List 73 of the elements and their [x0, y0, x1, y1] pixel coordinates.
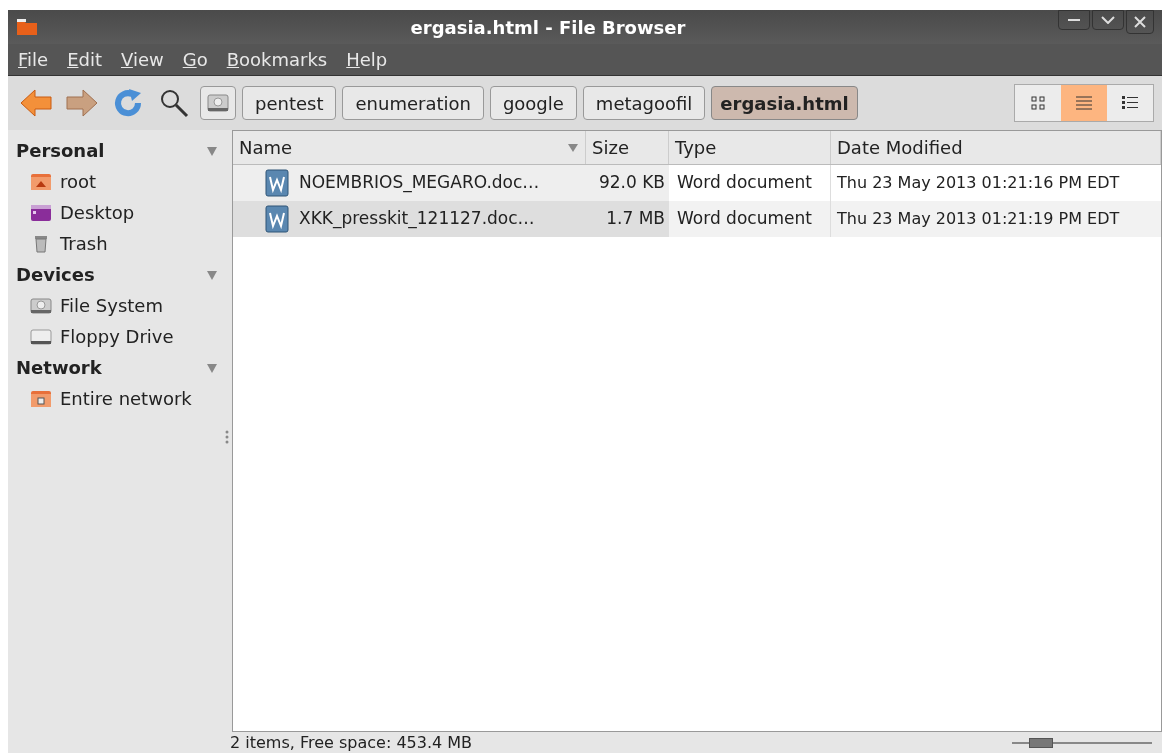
path-button[interactable]: ergasia.html: [711, 86, 858, 120]
drive-icon: [30, 327, 52, 346]
maximize-button[interactable]: [1092, 10, 1124, 30]
reload-icon: [112, 87, 144, 119]
column-header[interactable]: Size: [586, 131, 669, 164]
folder-icon: [16, 18, 38, 36]
menu-item[interactable]: View: [121, 46, 164, 73]
file-name: NOEMBRIOS_MEGARO.doc…: [299, 171, 540, 195]
section-header: Network: [16, 356, 102, 380]
home-folder-icon: [30, 172, 52, 191]
resize-handle-icon[interactable]: [225, 430, 229, 444]
zoom-slider[interactable]: [1012, 736, 1152, 749]
sidebar-label: Floppy Drive: [60, 325, 174, 349]
minimize-icon: [1068, 19, 1080, 21]
file-row[interactable]: XKK_presskit_121127.doc… 1.7 MB Word document Thu 23 May 2013 01:21:19 PM EDT: [233, 201, 1161, 237]
menu-item[interactable]: Go: [182, 46, 208, 73]
sort-arrow-icon: [567, 142, 579, 153]
column-title: Name: [239, 136, 293, 160]
word-document-icon: [265, 205, 289, 233]
file-size: 92.0 KB: [586, 165, 669, 201]
column-header[interactable]: Date Modified: [831, 131, 1161, 164]
column-title: Type: [675, 136, 717, 160]
chevron-down-icon: [1101, 16, 1115, 24]
view-mode-button[interactable]: [1107, 85, 1153, 121]
section-header: Personal: [16, 139, 105, 163]
close-icon: [1134, 16, 1146, 28]
close-button[interactable]: [1126, 10, 1154, 34]
minimize-button[interactable]: [1058, 10, 1090, 30]
path-button[interactable]: pentest: [242, 86, 337, 120]
list-icon: [1076, 96, 1092, 110]
menu-item[interactable]: Help: [346, 46, 388, 73]
menu-item[interactable]: File: [18, 46, 49, 73]
file-date: Thu 23 May 2013 01:21:19 PM EDT: [836, 208, 1121, 230]
root-crumb-button[interactable]: [200, 86, 236, 120]
file-date: Thu 23 May 2013 01:21:16 PM EDT: [836, 172, 1121, 194]
sidebar-label: Desktop: [60, 201, 135, 225]
section-header: Devices: [16, 263, 95, 287]
file-size: 1.7 MB: [586, 201, 669, 237]
column-header[interactable]: Type: [669, 131, 831, 164]
sidebar-label: File System: [60, 294, 163, 318]
sidebar-item[interactable]: Floppy Drive: [16, 321, 218, 352]
menu-item[interactable]: Edit: [67, 46, 102, 73]
expanded-triangle-icon[interactable]: [206, 268, 218, 281]
sidebar-label: root: [60, 170, 97, 194]
column-header[interactable]: Name: [233, 131, 586, 164]
right-arrow-icon: [65, 88, 99, 118]
window-title: ergasia.html - File Browser: [409, 15, 687, 40]
path-button[interactable]: enumeration: [342, 86, 484, 120]
file-name: XKK_presskit_121127.doc…: [299, 207, 535, 231]
sidebar-item[interactable]: Entire network: [16, 383, 218, 414]
path-button[interactable]: metagoofil: [582, 86, 706, 120]
sidebar-item[interactable]: Desktop: [16, 197, 218, 228]
left-arrow-icon: [19, 88, 53, 118]
path-button[interactable]: google: [489, 86, 577, 120]
search-icon: [159, 88, 189, 118]
file-type: Word document: [669, 201, 831, 237]
word-document-icon: [265, 169, 289, 197]
column-title: Date Modified: [837, 136, 963, 160]
sidebar-label: Entire network: [60, 387, 192, 411]
column-title: Size: [592, 136, 629, 160]
slider-thumb[interactable]: [1029, 737, 1054, 748]
sidebar-item[interactable]: root: [16, 166, 218, 197]
sidebar-item[interactable]: File System: [16, 290, 218, 321]
expanded-triangle-icon[interactable]: [206, 361, 218, 374]
status-text: 2 items, Free space: 453.4 MB: [230, 731, 474, 753]
expanded-triangle-icon[interactable]: [206, 144, 218, 157]
desktop-icon: [30, 203, 52, 222]
network-folder-icon: [30, 389, 52, 408]
sidebar-label: Trash: [60, 232, 108, 256]
menu-item[interactable]: Bookmarks: [226, 46, 328, 73]
grid-icon: [1031, 96, 1045, 110]
detail-list-icon: [1122, 96, 1138, 110]
sidebar-item[interactable]: Trash: [16, 228, 218, 259]
